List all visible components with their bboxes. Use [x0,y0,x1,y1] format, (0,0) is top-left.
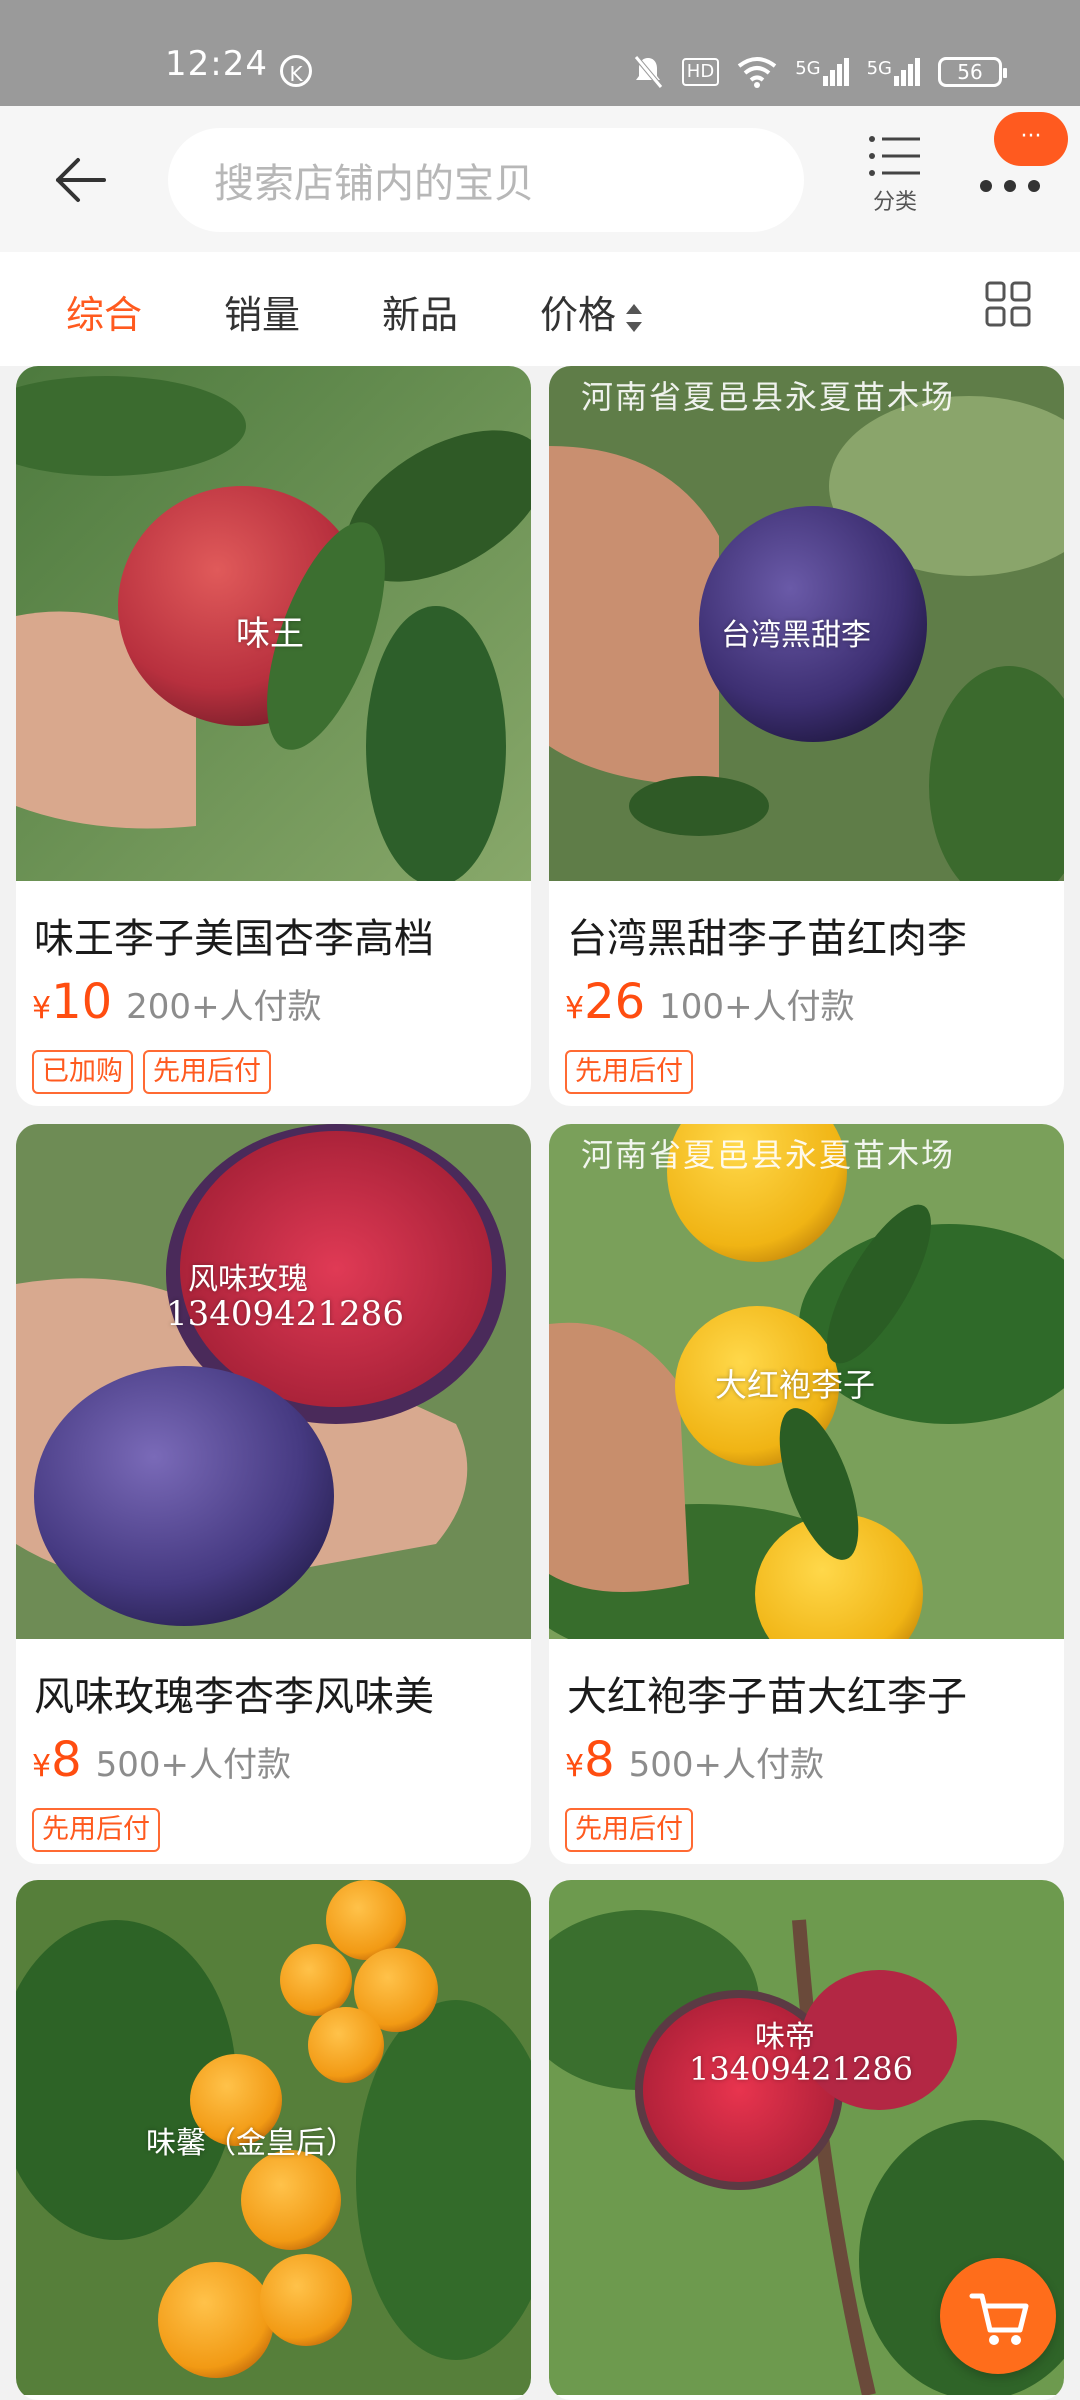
status-bar: 12:24 K HD 5G 5G 56 [0,0,1080,106]
tag-list: 先用后付 [32,1808,160,1852]
image-watermark: 河南省夏邑县永夏苗木场 [581,1136,956,1174]
sort-tabs: 综合 销量 新品 价格 [0,252,1080,366]
product-image-label: 味馨（金皇后） [146,2126,356,2161]
tab-new[interactable]: 新品 [382,284,458,339]
sales-count: 100+人付款 [659,987,855,1027]
message-badge[interactable]: ··· [994,112,1068,166]
product-title: 风味玫瑰李杏李风味美 [34,1674,434,1720]
category-list-icon [869,136,920,176]
tag-list: 已加购 先用后付 [32,1050,271,1094]
product-image-label: 台湾黑甜李 [721,618,871,653]
product-image: 味馨（金皇后） [16,1880,531,2395]
product-photo [16,1124,531,1639]
price-row: ¥8 500+人付款 [565,1732,824,1788]
wifi-icon [737,57,777,88]
price-symbol: ¥ [32,1749,52,1784]
product-image-label: 风味玫瑰 [188,1262,308,1297]
tag-pay-later: 先用后付 [143,1050,271,1094]
image-watermark: 河南省夏邑县永夏苗木场 [581,378,956,416]
product-image-label: 大红袍李子 [715,1366,876,1404]
price-value: 8 [51,1732,82,1788]
category-button[interactable]: 分类 [862,134,928,216]
product-image: 风味玫瑰 13409421286 [16,1124,531,1639]
price-row: ¥26 100+人付款 [565,974,855,1030]
tab-comprehensive[interactable]: 综合 [66,284,142,339]
tag-pay-later: 先用后付 [565,1050,693,1094]
battery-icon: 56 [938,57,1007,87]
price-symbol: ¥ [32,991,52,1026]
product-title: 台湾黑甜李子苗红肉李 [567,916,967,962]
category-label: 分类 [872,190,917,215]
tab-price[interactable]: 价格 [540,284,644,339]
product-image: 味王 [16,366,531,881]
sales-count: 500+人付款 [95,1745,292,1785]
cart-icon [969,2293,1029,2345]
search-placeholder: 搜索店铺内的宝贝 [214,161,534,207]
tag-pay-later: 先用后付 [565,1808,693,1852]
product-title: 大红袍李子苗大红李子 [567,1674,967,1720]
hd-icon: HD [681,58,720,86]
status-icons: HD 5G 5G 56 [632,52,1007,92]
tag-list: 先用后付 [565,1808,693,1852]
price-value: 26 [584,974,646,1030]
k-icon: K [280,55,312,87]
back-arrow-icon[interactable] [52,152,108,208]
signal-5g-icon-2: 5G [867,58,920,86]
product-image: 河南省夏邑县永夏苗木场 大红袍李子 [549,1124,1064,1639]
status-time: 12:24 [165,44,268,84]
product-title: 味王李子美国杏李高档 [34,916,434,962]
price-symbol: ¥ [565,991,585,1026]
sales-count: 500+人付款 [628,1745,825,1785]
more-dots-icon[interactable] [978,166,1042,206]
price-row: ¥8 500+人付款 [32,1732,291,1788]
sales-count: 200+人付款 [126,987,322,1027]
price-value: 8 [584,1732,615,1788]
price-row: ¥10 200+人付款 [32,974,322,1030]
product-card[interactable]: 味馨（金皇后） [16,1880,531,2400]
mute-icon [633,55,663,89]
tab-sales[interactable]: 销量 [224,284,300,339]
price-value: 10 [51,974,113,1030]
product-image: 河南省夏邑县永夏苗木场 台湾黑甜李 [549,366,1064,881]
price-symbol: ¥ [565,1749,585,1784]
sort-arrows-icon [626,303,643,332]
search-input[interactable]: 搜索店铺内的宝贝 [168,128,804,232]
cart-button[interactable] [940,2258,1056,2374]
tab-price-label: 价格 [540,293,617,337]
signal-5g-icon-1: 5G [795,58,849,86]
product-card[interactable]: 味王 味王李子美国杏李高档 ¥10 200+人付款 已加购 先用后付 [16,366,531,1106]
grid-view-icon[interactable] [984,280,1032,328]
product-image-phone: 13409421286 [166,1294,404,1334]
product-card[interactable]: 河南省夏邑县永夏苗木场 大红袍李子 大红袍李子苗大红李子 ¥8 500+人付款 先… [549,1124,1064,1864]
product-image-phone: 13409421286 [689,2050,913,2088]
tag-added-to-cart: 已加购 [32,1050,133,1094]
tag-pay-later: 先用后付 [32,1808,160,1852]
product-card[interactable]: 风味玫瑰 13409421286 风味玫瑰李杏李风味美 ¥8 500+人付款 先用… [16,1124,531,1864]
tag-list: 先用后付 [565,1050,693,1094]
product-image-label: 味王 [236,614,304,654]
product-card[interactable]: 河南省夏邑县永夏苗木场 台湾黑甜李 台湾黑甜李子苗红肉李 ¥26 100+人付款 … [549,366,1064,1106]
search-header: 搜索店铺内的宝贝 分类 [0,106,1080,252]
